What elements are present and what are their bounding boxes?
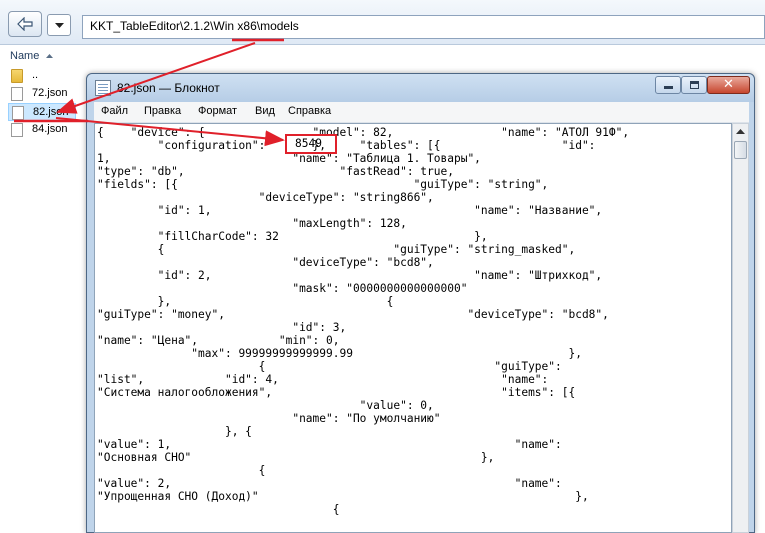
menu-format[interactable]: Формат [198, 105, 237, 117]
menu-view[interactable]: Вид [255, 105, 275, 117]
menu-help[interactable]: Справка [288, 105, 331, 117]
scrollbar-thumb[interactable] [734, 141, 747, 159]
file-name: .. [32, 69, 39, 81]
menu-edit[interactable]: Правка [144, 105, 181, 117]
list-item-file-selected[interactable]: 82.json [8, 103, 76, 121]
address-bar[interactable]: KKT_TableEditor\2.1.2\Win x86\models [82, 15, 765, 39]
file-list: .. 72.json 82.json 84.json [8, 67, 88, 139]
list-item-file[interactable]: 84.json [8, 121, 88, 139]
close-button[interactable]: ✕ [707, 76, 750, 94]
list-item-parent-folder[interactable]: .. [8, 67, 88, 85]
maximize-icon [690, 81, 699, 89]
back-button[interactable] [8, 11, 42, 37]
highlight-box: 8549 [285, 134, 337, 154]
file-name: 82.json [33, 106, 69, 118]
notepad-window: 82.json — Блокнот ✕ Файл Правка Формат В… [86, 73, 755, 533]
title-bar[interactable]: 82.json — Блокнот ✕ [87, 74, 754, 102]
json-file-icon [12, 106, 24, 120]
json-file-icon [11, 87, 23, 101]
minimize-icon [664, 86, 673, 89]
vertical-scrollbar[interactable] [732, 123, 749, 533]
scroll-up-arrow-icon[interactable] [735, 126, 746, 138]
minimize-button[interactable] [655, 76, 681, 94]
explorer-toolbar: KKT_TableEditor\2.1.2\Win x86\models [0, 0, 765, 45]
configuration-value: 8549 [295, 137, 322, 150]
column-header: Name [0, 45, 765, 68]
column-name-header[interactable]: Name [10, 50, 39, 62]
window-title: 82.json — Блокнот [117, 81, 220, 95]
json-file-icon [11, 123, 23, 137]
file-name: 84.json [32, 123, 68, 135]
text-editor[interactable]: { "device": { "model": 82, "name": "АТОЛ… [94, 123, 732, 533]
menu-file[interactable]: Файл [101, 105, 128, 117]
history-dropdown-button[interactable] [47, 14, 71, 36]
sort-ascending-icon [46, 54, 53, 58]
close-icon: ✕ [723, 77, 734, 92]
notepad-icon [95, 80, 111, 96]
back-arrow-icon [17, 17, 33, 31]
file-name: 72.json [32, 87, 68, 99]
maximize-button[interactable] [681, 76, 707, 94]
menu-bar: Файл Правка Формат Вид Справка [94, 102, 749, 123]
address-path: KKT_TableEditor\2.1.2\Win x86\models [90, 19, 299, 33]
list-item-file[interactable]: 72.json [8, 85, 88, 103]
file-content: { "device": { "model": 82, "name": "АТОЛ… [97, 126, 630, 516]
folder-icon [11, 69, 23, 83]
chevron-down-icon [55, 23, 64, 28]
